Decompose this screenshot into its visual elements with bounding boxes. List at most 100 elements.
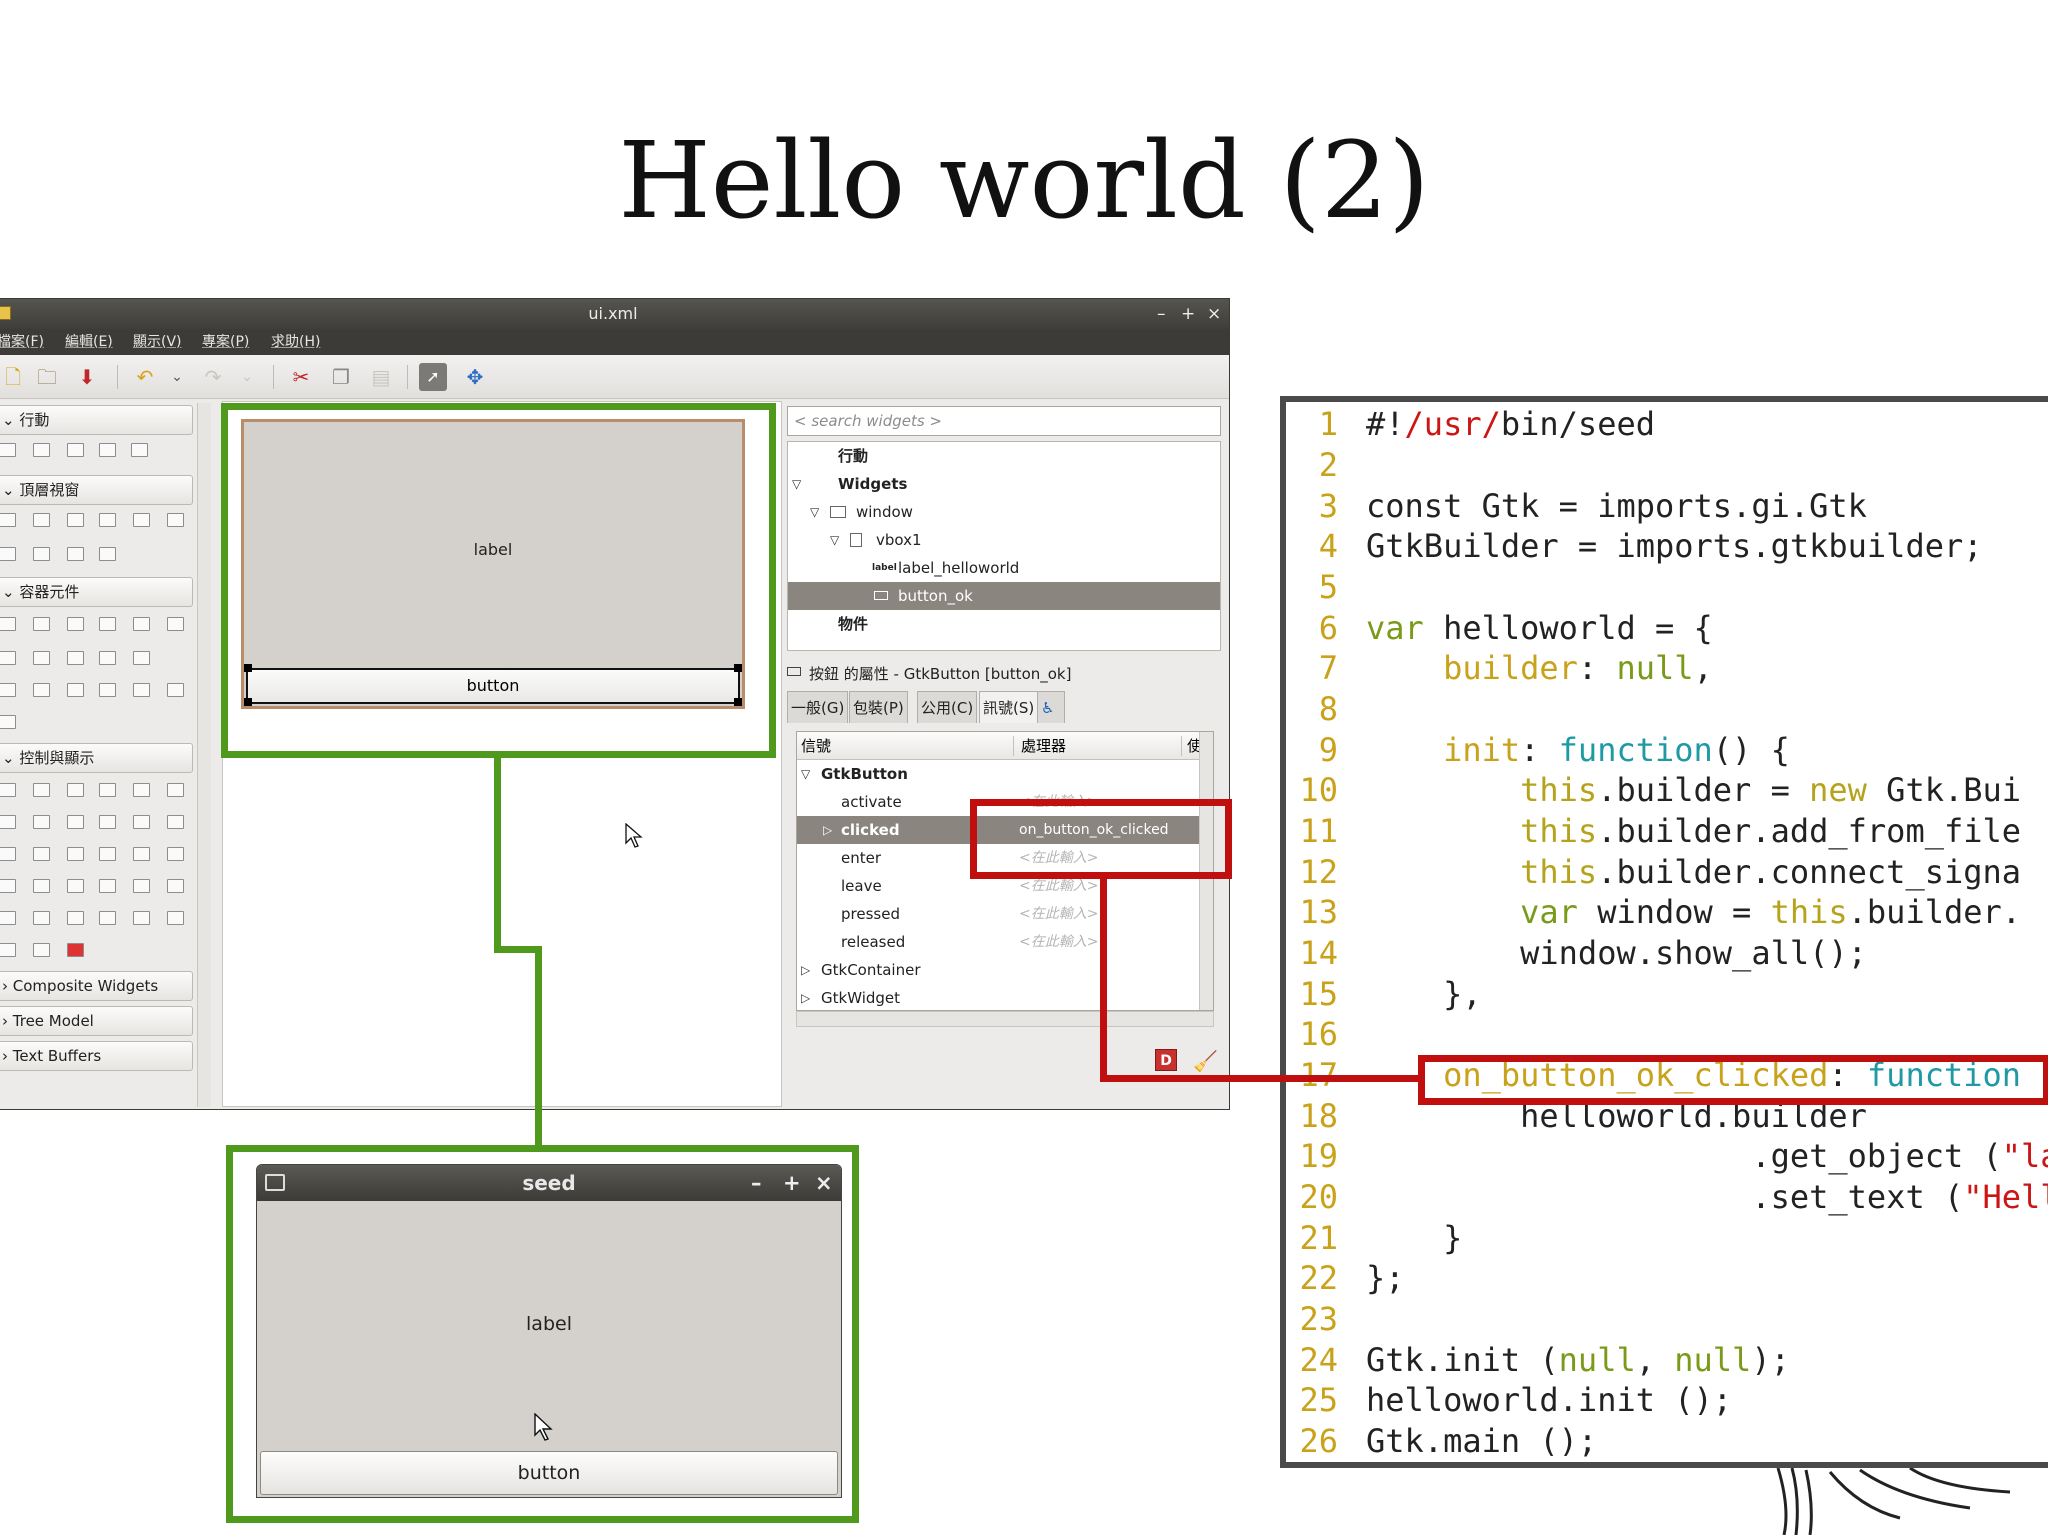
widget-icon[interactable] bbox=[0, 879, 16, 893]
widget-icon[interactable] bbox=[33, 847, 50, 861]
action-group-icon[interactable] bbox=[131, 443, 148, 457]
widget-icon[interactable] bbox=[0, 715, 16, 729]
widget-icon[interactable] bbox=[33, 783, 50, 797]
signal-row[interactable]: pressed <在此輸入> bbox=[797, 900, 1213, 928]
widget-icon[interactable] bbox=[0, 911, 16, 925]
minimize-button[interactable]: – bbox=[1157, 299, 1166, 329]
widget-icon[interactable] bbox=[99, 547, 116, 561]
widget-icon[interactable] bbox=[67, 547, 84, 561]
save-icon[interactable]: ⬇ bbox=[73, 363, 101, 391]
tree-row[interactable]: 行動 bbox=[788, 442, 1220, 470]
open-folder-icon[interactable]: 🗀 bbox=[33, 363, 61, 391]
vbox-icon[interactable] bbox=[33, 617, 50, 631]
widget-icon[interactable] bbox=[167, 783, 184, 797]
action-icon[interactable] bbox=[0, 443, 16, 457]
new-file-icon[interactable]: 🗋 bbox=[0, 363, 27, 391]
widget-icon[interactable] bbox=[33, 547, 50, 561]
hbox-icon[interactable] bbox=[0, 617, 16, 631]
expander-closed-icon[interactable]: ▷ bbox=[801, 984, 810, 1010]
expander-open-icon[interactable]: ▽ bbox=[810, 498, 819, 526]
signal-group-row[interactable]: ▷ GtkWidget bbox=[797, 984, 1213, 1010]
column-handler[interactable]: 處理器 bbox=[1021, 732, 1066, 760]
table-icon[interactable] bbox=[67, 617, 84, 631]
widget-icon[interactable] bbox=[99, 651, 116, 665]
widget-icon[interactable] bbox=[33, 879, 50, 893]
expander-open-icon[interactable]: ▽ bbox=[830, 526, 839, 554]
widget-icon[interactable] bbox=[33, 911, 50, 925]
frame-icon[interactable] bbox=[133, 617, 150, 631]
widget-icon[interactable] bbox=[33, 815, 50, 829]
widget-icon[interactable] bbox=[133, 815, 150, 829]
widget-icon[interactable] bbox=[67, 783, 84, 797]
expander-closed-icon[interactable]: ▷ bbox=[801, 956, 810, 984]
notebook-icon[interactable] bbox=[99, 617, 116, 631]
dialog-widget-icon[interactable] bbox=[33, 513, 50, 527]
widget-icon[interactable] bbox=[99, 815, 116, 829]
widget-icon[interactable] bbox=[33, 683, 50, 697]
palette-group-control-display[interactable]: ⌄ 控制與顯示 bbox=[0, 743, 193, 773]
action-icon[interactable] bbox=[33, 443, 50, 457]
action-icon[interactable] bbox=[67, 443, 84, 457]
expander-open-icon[interactable]: ▽ bbox=[792, 470, 801, 498]
menu-edit[interactable]: 編輯(E) bbox=[65, 329, 113, 355]
devhelp-icon[interactable]: D bbox=[1155, 1049, 1177, 1071]
file-dialog-icon[interactable] bbox=[133, 513, 150, 527]
glade-titlebar[interactable]: ui.xml – + × bbox=[0, 299, 1229, 329]
menu-project[interactable]: 專案(P) bbox=[202, 329, 249, 355]
widget-icon[interactable] bbox=[99, 911, 116, 925]
palette-group-containers[interactable]: ⌄ 容器元件 bbox=[0, 577, 193, 607]
widget-icon[interactable] bbox=[167, 683, 184, 697]
palette-scrollbar[interactable] bbox=[197, 403, 211, 1107]
signal-group-row[interactable]: ▽ GtkButton bbox=[797, 760, 1213, 788]
widget-icon[interactable] bbox=[99, 879, 116, 893]
undo-dropdown-icon[interactable]: ⌄ bbox=[163, 363, 191, 391]
widget-icon[interactable] bbox=[0, 815, 16, 829]
tree-row[interactable]: label label_helloworld bbox=[788, 554, 1220, 582]
signal-group-row[interactable]: ▷ GtkContainer bbox=[797, 956, 1213, 984]
drag-resize-icon[interactable]: ✥ bbox=[461, 363, 489, 391]
widget-icon[interactable] bbox=[33, 651, 50, 665]
widget-icon[interactable] bbox=[133, 651, 150, 665]
widget-icon[interactable] bbox=[0, 651, 16, 665]
expander-open-icon[interactable]: ▽ bbox=[801, 760, 810, 788]
widget-icon[interactable] bbox=[0, 683, 16, 697]
spinner-widget-icon[interactable] bbox=[67, 943, 84, 957]
redo-dropdown-icon[interactable]: ⌄ bbox=[233, 363, 261, 391]
menu-help[interactable]: 求助(H) bbox=[271, 329, 320, 355]
widget-icon[interactable] bbox=[133, 683, 150, 697]
palette-group-actions[interactable]: ⌄ 行動 bbox=[0, 405, 193, 435]
column-signal[interactable]: 信號 bbox=[801, 732, 831, 760]
signal-row[interactable]: released <在此輸入> bbox=[797, 928, 1213, 956]
expander-closed-icon[interactable]: ▷ bbox=[823, 816, 832, 844]
signals-hscrollbar[interactable] bbox=[796, 1011, 1214, 1027]
play-widget-icon[interactable] bbox=[33, 943, 50, 957]
paste-icon[interactable]: ▤ bbox=[367, 363, 395, 391]
widget-icon[interactable] bbox=[0, 943, 16, 957]
palette-group-composite[interactable]: › Composite Widgets bbox=[0, 971, 193, 1001]
tree-row[interactable]: ▽ vbox1 bbox=[788, 526, 1220, 554]
widget-icon[interactable] bbox=[67, 651, 84, 665]
widget-icon[interactable] bbox=[99, 847, 116, 861]
palette-group-tree-model[interactable]: › Tree Model bbox=[0, 1006, 193, 1036]
tree-row[interactable]: ▽ Widgets bbox=[788, 470, 1220, 498]
widget-icon[interactable] bbox=[133, 847, 150, 861]
tree-row[interactable]: ▽ window bbox=[788, 498, 1220, 526]
tab-signals[interactable]: 訊號(S) bbox=[979, 691, 1039, 723]
widget-icon[interactable] bbox=[67, 911, 84, 925]
action-icon[interactable] bbox=[99, 443, 116, 457]
widget-icon[interactable] bbox=[0, 547, 16, 561]
widget-icon[interactable] bbox=[167, 847, 184, 861]
tree-row-selected[interactable]: button_ok bbox=[788, 582, 1220, 610]
menu-view[interactable]: 顯示(V) bbox=[133, 329, 182, 355]
redo-icon[interactable]: ↷ bbox=[199, 363, 227, 391]
about-dialog-icon[interactable] bbox=[67, 513, 84, 527]
widget-icon[interactable] bbox=[0, 847, 16, 861]
tab-common[interactable]: 公用(C) bbox=[917, 691, 978, 723]
copy-icon[interactable]: ❐ bbox=[327, 363, 355, 391]
font-dialog-icon[interactable] bbox=[167, 513, 184, 527]
select-pointer-icon[interactable]: ➚ bbox=[419, 363, 447, 391]
widget-icon[interactable] bbox=[67, 847, 84, 861]
widget-icon[interactable] bbox=[133, 879, 150, 893]
widget-icon[interactable] bbox=[167, 879, 184, 893]
palette-group-text-buffers[interactable]: › Text Buffers bbox=[0, 1041, 193, 1071]
